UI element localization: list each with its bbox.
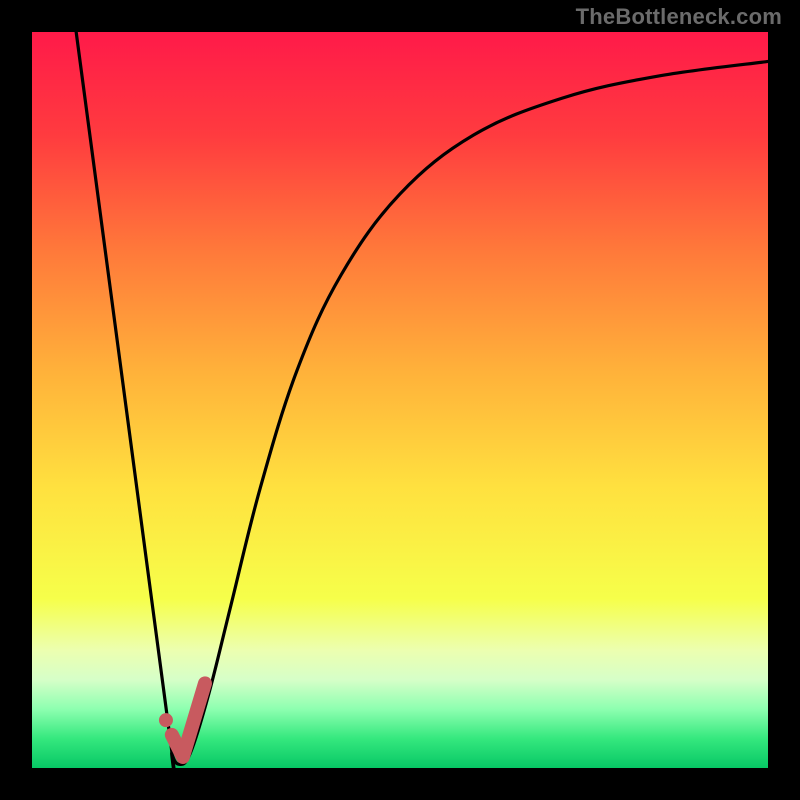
bottleneck-curve — [76, 32, 768, 768]
watermark-text: TheBottleneck.com — [576, 4, 782, 30]
optimal-tick-marker — [172, 683, 205, 757]
outer-frame: TheBottleneck.com — [0, 0, 800, 800]
optimal-dot-marker — [159, 713, 173, 727]
plot-area — [32, 32, 768, 768]
curve-layer — [32, 32, 768, 768]
